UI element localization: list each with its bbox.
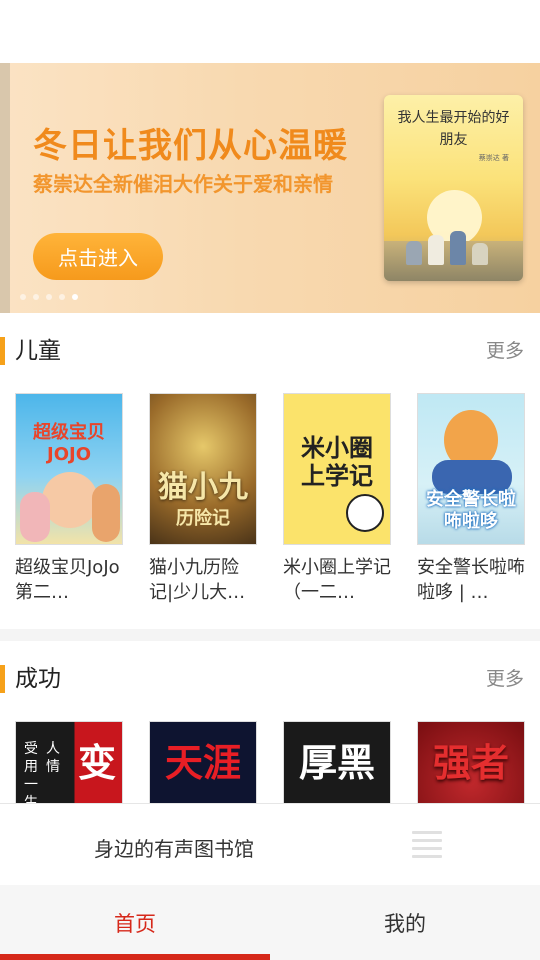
section-title: 成功 — [15, 666, 61, 692]
banner-book-title: 我人生最开始的好朋友 — [397, 110, 510, 148]
book-caption: 超级宝贝JoJo第二… — [15, 557, 120, 603]
carousel-dot[interactable] — [59, 294, 65, 300]
tab-home[interactable]: 首页 — [0, 885, 270, 960]
carousel-indicator — [20, 294, 78, 300]
book-cover[interactable]: 猫小九 历险记 — [149, 393, 257, 545]
cover-side-text: 人情 — [46, 741, 60, 775]
book-item[interactable]: 米小圈上学记 米小圈上学记（一二… — [283, 393, 391, 605]
book-item[interactable]: 强者 — [417, 721, 525, 811]
banner-edge-decoration — [0, 63, 10, 313]
banner-subtitle: 蔡崇达全新催泪大作关于爱和亲情 — [33, 172, 333, 196]
book-caption: 米小圈上学记（一二… — [283, 557, 391, 603]
cover-title: 猫小九 — [158, 470, 248, 505]
character-illustration — [346, 494, 384, 532]
mini-player-bar[interactable]: 身边的有声图书馆 — [0, 803, 540, 885]
carousel-dot-active[interactable] — [72, 294, 78, 300]
book-list: 超级宝贝JOJO 超级宝贝JoJo第二… 猫小九 历险记 猫小九历险记|少儿大…… — [15, 393, 525, 605]
banner-carousel[interactable]: 冬日让我们从心温暖 蔡崇达全新催泪大作关于爱和亲情 点击进入 我人生最开始的好朋… — [0, 63, 540, 313]
cover-title: 厚黑 — [298, 741, 375, 785]
section-header: 成功 更多 — [0, 665, 540, 693]
section-header: 儿童 更多 — [0, 337, 540, 365]
banner-book-cover[interactable]: 我人生最开始的好朋友 蔡崇达 著 — [384, 95, 523, 281]
cover-side-text: 受用一生 — [24, 741, 38, 811]
character-illustration — [42, 472, 98, 528]
book-caption: 猫小九历险记|少儿大… — [149, 557, 246, 603]
book-caption: 安全警长啦咘啦哆 | … — [417, 557, 525, 603]
cover-title: 天涯 — [164, 741, 241, 785]
carousel-dot[interactable] — [20, 294, 26, 300]
cover-title: 米小圈上学记 — [301, 434, 373, 490]
book-list: 受用一生 人情 变 天涯 厚黑 强者 — [15, 721, 525, 811]
bottom-tab-bar: 首页 我的 — [0, 885, 540, 960]
carousel-dot[interactable] — [46, 294, 52, 300]
banner-enter-button[interactable]: 点击进入 — [33, 233, 163, 280]
cover-subtitle: 历险记 — [176, 508, 230, 529]
book-item[interactable]: 厚黑 — [283, 721, 391, 811]
character-illustration — [92, 484, 120, 542]
book-cover[interactable]: 超级宝贝JOJO — [15, 393, 123, 545]
section-accent-bar — [0, 665, 5, 693]
book-item[interactable]: 受用一生 人情 变 — [15, 721, 123, 811]
banner-title: 冬日让我们从心温暖 — [33, 126, 348, 166]
tab-mine[interactable]: 我的 — [270, 885, 540, 960]
section-accent-bar — [0, 337, 5, 365]
book-item[interactable]: 安全警长啦咘啦哆 安全警长啦咘啦哆 | … — [417, 393, 525, 605]
player-title: 身边的有声图书馆 — [94, 837, 254, 861]
section-divider — [0, 629, 540, 641]
figures-illustration — [406, 231, 501, 265]
section-children: 儿童 更多 超级宝贝JOJO 超级宝贝JoJo第二… 猫小九 历险记 猫小九历险… — [0, 313, 540, 629]
cover-title: 变 — [77, 741, 116, 785]
book-item[interactable]: 天涯 — [149, 721, 257, 811]
book-cover[interactable]: 米小圈上学记 — [283, 393, 391, 545]
book-cover[interactable]: 厚黑 — [283, 721, 391, 811]
carousel-dot[interactable] — [33, 294, 39, 300]
top-blank-area — [0, 0, 540, 63]
book-cover[interactable]: 受用一生 人情 变 — [15, 721, 123, 811]
cover-title: 超级宝贝JOJO — [33, 422, 105, 465]
book-cover[interactable]: 天涯 — [149, 721, 257, 811]
character-illustration — [20, 492, 50, 542]
more-link[interactable]: 更多 — [486, 665, 524, 693]
section-title: 儿童 — [15, 338, 61, 364]
book-cover[interactable]: 安全警长啦咘啦哆 — [417, 393, 525, 545]
book-item[interactable]: 超级宝贝JOJO 超级宝贝JoJo第二… — [15, 393, 123, 605]
more-link[interactable]: 更多 — [486, 337, 524, 365]
cover-title: 强者 — [432, 741, 509, 785]
book-item[interactable]: 猫小九 历险记 猫小九历险记|少儿大… — [149, 393, 257, 605]
section-success: 成功 更多 受用一生 人情 变 天涯 厚黑 强者 — [0, 641, 540, 811]
book-cover[interactable]: 强者 — [417, 721, 525, 811]
cover-title: 安全警长啦咘啦哆 — [426, 489, 516, 532]
playlist-icon[interactable] — [412, 831, 442, 859]
banner-book-author: 蔡崇达 著 — [478, 154, 509, 162]
